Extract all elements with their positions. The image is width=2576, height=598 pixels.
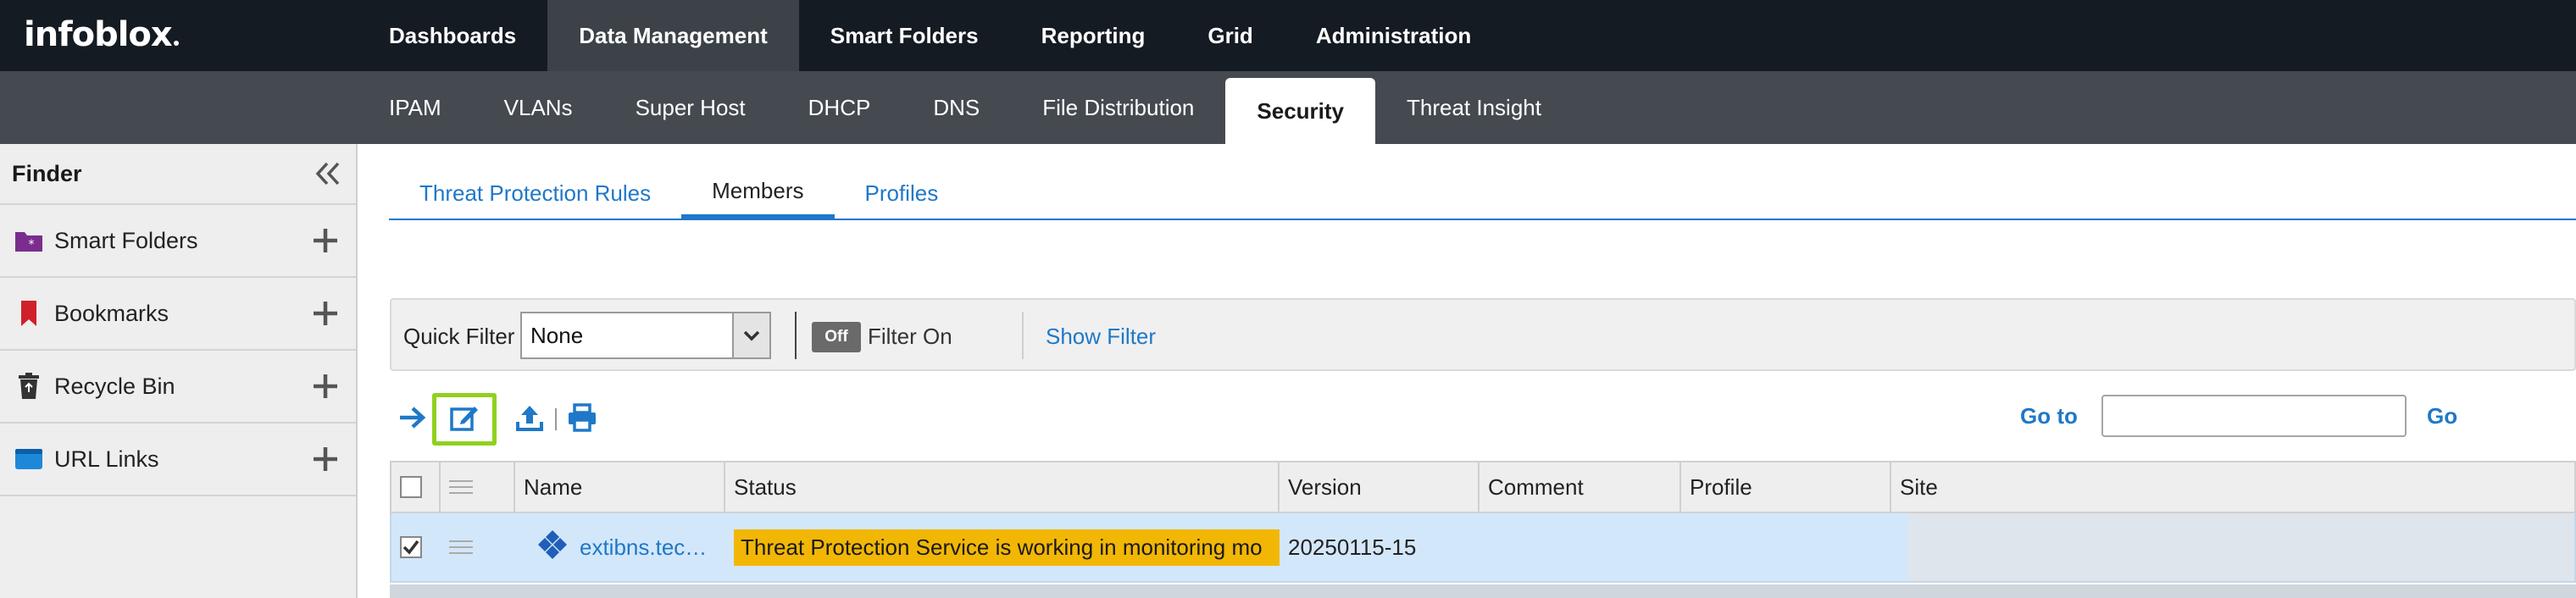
sub-nav-bar: IPAM VLANs Super Host DHCP DNS File Dist…	[0, 71, 2576, 144]
tab-members[interactable]: Members	[681, 168, 835, 219]
chevron-down-icon[interactable]	[732, 313, 769, 357]
print-button[interactable]	[559, 393, 605, 446]
main-nav-grid[interactable]: Grid	[1176, 0, 1284, 71]
row-version-cell: 20250115-15	[1288, 534, 1417, 560]
open-arrow-button[interactable]	[390, 393, 436, 446]
finder-header: Finder	[0, 144, 356, 205]
filter-bar: Quick Filter None Off Filter On Show Fil…	[390, 298, 2576, 371]
filter-divider	[795, 312, 797, 359]
go-to-input[interactable]	[2101, 395, 2407, 437]
quick-filter-label: Quick Filter	[403, 324, 515, 349]
filter-on-label: Filter On	[868, 324, 952, 349]
row-checkbox[interactable]	[400, 536, 422, 558]
edit-icon	[449, 402, 480, 437]
finder-item-url-links[interactable]: URL Links	[0, 424, 356, 496]
sub-nav-super-host[interactable]: Super Host	[604, 71, 777, 144]
select-all-checkbox[interactable]	[400, 476, 422, 498]
table-header: Name Status Version Comment Profile Site	[390, 461, 2576, 513]
table-scroll-area[interactable]	[390, 584, 2576, 598]
row-status-cell: Threat Protection Service is working in …	[725, 513, 1280, 581]
infoblox-logo[interactable]: infoblox	[24, 15, 179, 54]
members-table: Name Status Version Comment Profile Site	[390, 461, 2576, 583]
url-links-icon	[14, 444, 44, 474]
tab-profiles[interactable]: Profiles	[835, 168, 969, 219]
column-header-site[interactable]: Site	[1891, 462, 2574, 512]
row-site-cell	[1891, 513, 2574, 581]
row-name-cell: extibns.tec…	[515, 513, 725, 581]
collapse-double-chevron-icon[interactable]	[312, 158, 344, 190]
content-tabs: Threat Protection Rules Members Profiles	[389, 168, 969, 219]
finder-panel: Finder * Smart Folders Bookmarks Recycle…	[0, 144, 358, 598]
show-filter-link[interactable]: Show Filter	[1046, 324, 1156, 350]
quick-filter-select[interactable]: None	[520, 312, 771, 359]
upload-icon	[515, 403, 544, 436]
finder-item-bookmarks[interactable]: Bookmarks	[0, 278, 356, 351]
select-all-cell	[391, 462, 441, 512]
finder-item-label: URL Links	[54, 446, 159, 472]
export-button[interactable]	[507, 393, 552, 446]
sub-nav-file-distribution[interactable]: File Distribution	[1011, 71, 1225, 144]
column-header-status[interactable]: Status	[725, 462, 1280, 512]
quick-filter-value: None	[530, 322, 584, 348]
main-nav-administration[interactable]: Administration	[1285, 0, 1502, 71]
sub-nav-dhcp[interactable]: DHCP	[777, 71, 902, 144]
sub-nav-security[interactable]: Security	[1225, 78, 1375, 144]
grid-member-icon	[536, 529, 569, 566]
add-bookmark-plus-icon[interactable]	[308, 296, 342, 330]
row-select-cell	[391, 513, 441, 581]
table-row[interactable]: extibns.tec… Threat Protection Service i…	[390, 513, 2576, 583]
status-badge: Threat Protection Service is working in …	[734, 529, 1280, 566]
main-nav-reporting[interactable]: Reporting	[1010, 0, 1177, 71]
finder-title: Finder	[12, 160, 82, 186]
smart-folder-icon: *	[14, 225, 44, 256]
finder-item-recycle-bin[interactable]: Recycle Bin	[0, 351, 356, 424]
drag-handle-icon[interactable]	[449, 540, 473, 554]
row-profile-cell	[1681, 513, 1891, 581]
row-comment-cell	[1480, 513, 1681, 581]
tab-threat-protection-rules[interactable]: Threat Protection Rules	[389, 168, 681, 219]
sub-nav-vlans[interactable]: VLANs	[473, 71, 604, 144]
svg-text:*: *	[29, 238, 35, 252]
row-drag-cell	[441, 513, 515, 581]
sub-nav-dns[interactable]: DNS	[902, 71, 1011, 144]
arrow-right-icon	[398, 405, 427, 435]
column-header-version[interactable]: Version	[1280, 462, 1480, 512]
recycle-bin-icon	[14, 371, 44, 401]
main-nav-smart-folders[interactable]: Smart Folders	[799, 0, 1010, 71]
finder-item-label: Recycle Bin	[54, 373, 175, 399]
main-nav: Dashboards Data Management Smart Folders…	[358, 0, 1502, 71]
add-recycle-bin-plus-icon[interactable]	[308, 369, 342, 403]
main-content: Threat Protection Rules Members Profiles…	[359, 144, 2576, 598]
sub-nav: IPAM VLANs Super Host DHCP DNS File Dist…	[358, 71, 1573, 144]
drag-handle-icon[interactable]	[449, 480, 473, 494]
finder-item-label: Bookmarks	[54, 300, 169, 326]
filter-toggle[interactable]: Off	[812, 322, 861, 352]
column-header-name[interactable]: Name	[515, 462, 725, 512]
add-url-link-plus-icon[interactable]	[308, 442, 342, 476]
finder-item-smart-folders[interactable]: * Smart Folders	[0, 205, 356, 278]
tabs-divider	[389, 219, 2576, 220]
go-button[interactable]: Go	[2427, 403, 2457, 429]
main-nav-data-management[interactable]: Data Management	[547, 0, 799, 71]
column-header-comment[interactable]: Comment	[1480, 462, 1681, 512]
edit-button[interactable]	[432, 393, 497, 446]
top-bar: infoblox Dashboards Data Management Smar…	[0, 0, 2576, 71]
add-smart-folder-plus-icon[interactable]	[308, 224, 342, 257]
filter-divider	[1022, 312, 1024, 359]
finder-item-label: Smart Folders	[54, 227, 198, 253]
main-nav-dashboards[interactable]: Dashboards	[358, 0, 547, 71]
printer-icon	[567, 402, 597, 436]
toolbar-divider	[555, 408, 557, 430]
member-name-link[interactable]: extibns.tec…	[580, 534, 707, 561]
go-to-label: Go to	[2020, 403, 2078, 429]
column-drag-cell	[441, 462, 515, 512]
sub-nav-ipam[interactable]: IPAM	[358, 71, 473, 144]
column-header-profile[interactable]: Profile	[1681, 462, 1891, 512]
bookmark-icon	[14, 298, 44, 329]
sub-nav-threat-insight[interactable]: Threat Insight	[1375, 71, 1573, 144]
